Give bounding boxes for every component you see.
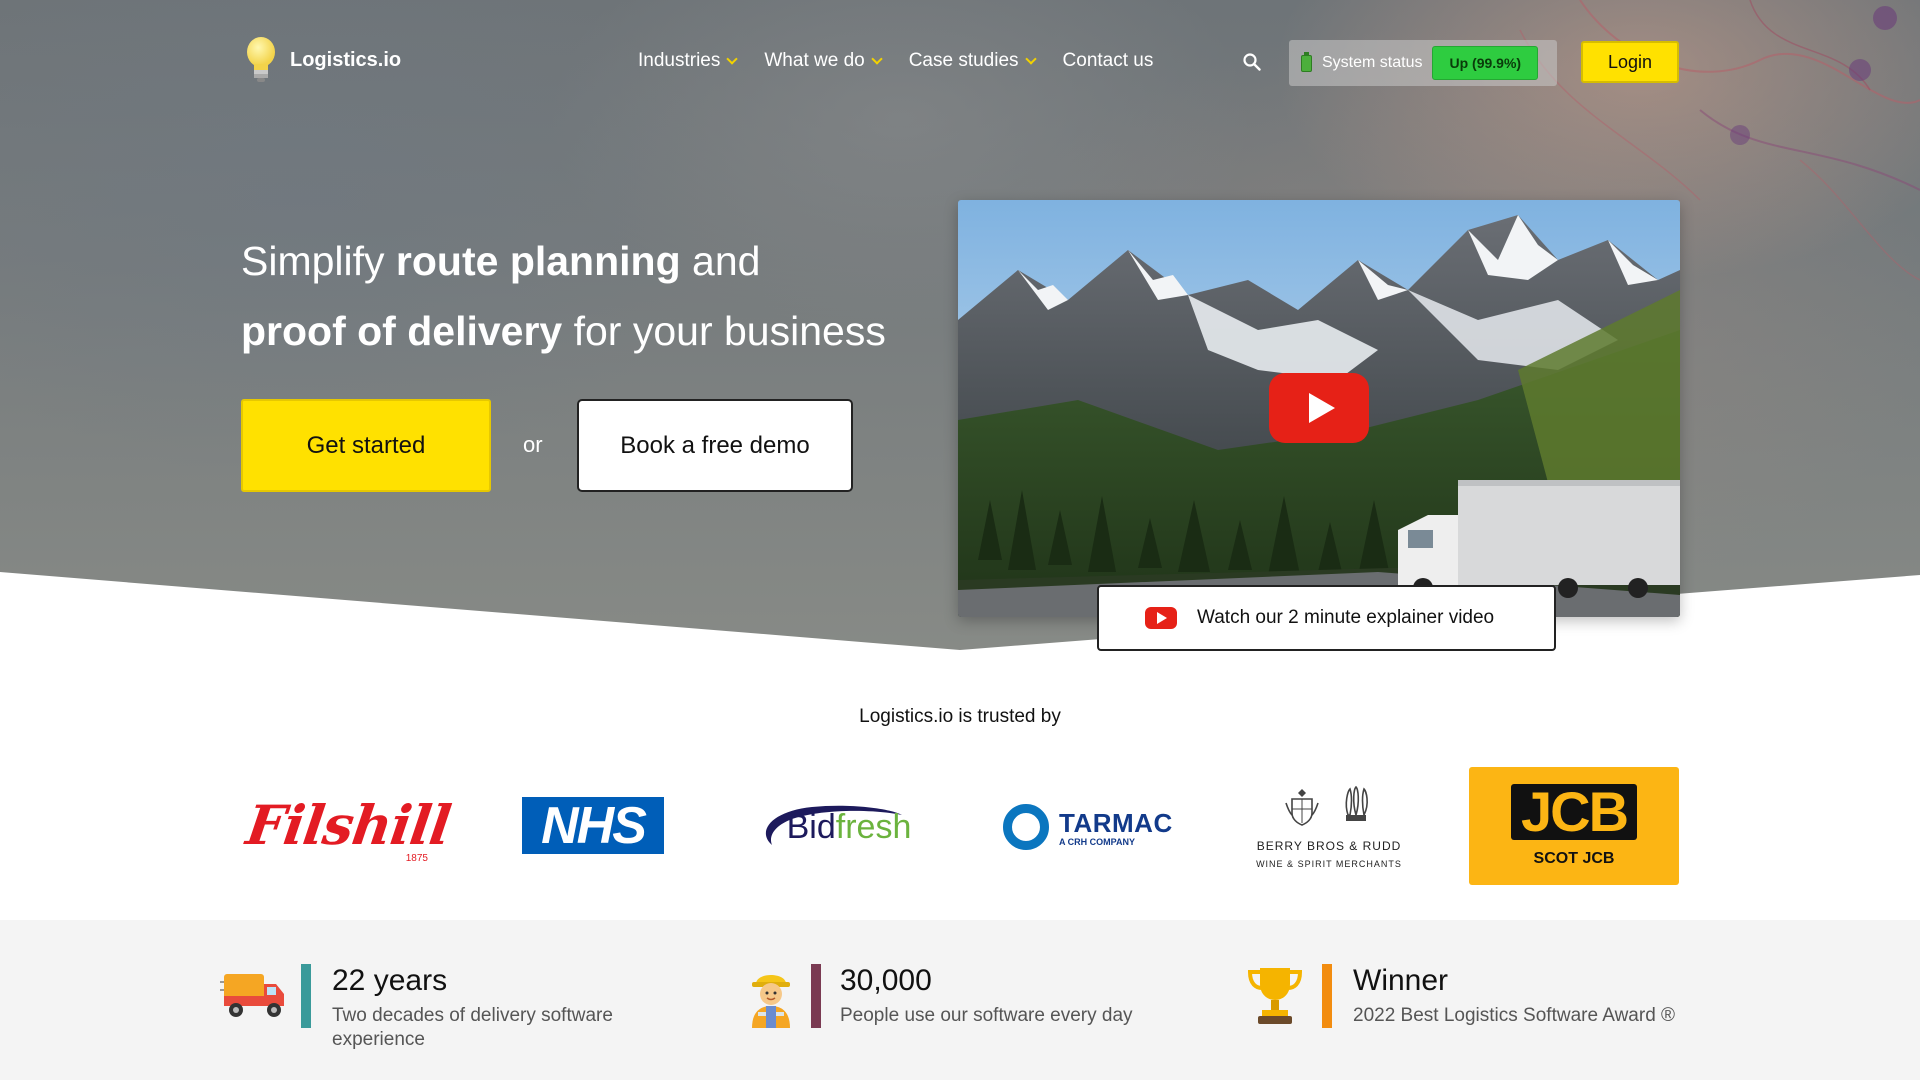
jcb-name: JCB xyxy=(1510,784,1638,840)
get-started-button[interactable]: Get started xyxy=(241,399,491,492)
stat-description: Two decades of delivery software experien… xyxy=(332,1004,652,1052)
royal-crests xyxy=(1282,785,1376,829)
prince-feathers-icon xyxy=(1345,785,1368,821)
headline-bold-1: route planning xyxy=(395,238,681,284)
search-icon[interactable] xyxy=(1243,53,1261,71)
tarmac-logo: TARMAC A CRH COMPANY xyxy=(1003,802,1172,852)
headline-text-3: for your business xyxy=(562,308,886,354)
filshill-logo: Filshill 1875 xyxy=(242,790,454,864)
filshill-year: 1875 xyxy=(405,853,428,864)
nav-what-we-do[interactable]: What we do xyxy=(764,50,883,72)
chevron-down-icon xyxy=(871,52,883,65)
nav-what-we-do-label: What we do xyxy=(764,50,865,71)
tarmac-ring-icon xyxy=(1003,804,1049,850)
delivery-truck-icon xyxy=(220,974,284,1017)
headline-text-2: and xyxy=(680,238,761,284)
stat-accent-bar xyxy=(1322,964,1332,1028)
stat-description-line: Two decades of delivery software xyxy=(332,1005,613,1026)
berry-bros-logo: BERRY BROS & RUDD WINE & SPIRIT MERCHANT… xyxy=(1255,771,1403,883)
trophy-icon xyxy=(1247,968,1303,1024)
lightbulb-icon xyxy=(247,37,275,82)
headline-bold-2: proof of delivery xyxy=(241,308,563,354)
tarmac-words: TARMAC A CRH COMPANY xyxy=(1059,808,1173,847)
stat-title: 30,000 xyxy=(840,964,932,997)
filshill-name: Filshill xyxy=(242,793,454,857)
bidfresh-name-1: Bid xyxy=(786,807,836,846)
nav-contact-us[interactable]: Contact us xyxy=(1063,50,1154,72)
site-logo[interactable]: Logistics.io xyxy=(244,36,401,84)
stat-accent-bar xyxy=(301,964,311,1028)
stat-title: 22 years xyxy=(332,964,448,997)
stats-section: 22 years Two decades of delivery softwar… xyxy=(0,920,1920,1080)
login-button[interactable]: Login xyxy=(1581,41,1679,83)
bidfresh-logo: Bidfresh xyxy=(752,797,924,857)
chevron-down-icon xyxy=(726,52,739,65)
stat-accent-bar xyxy=(811,964,821,1028)
nhs-name: NHS xyxy=(541,796,647,855)
watch-video-label: Watch our 2 minute explainer video xyxy=(1197,607,1495,628)
nav-case-studies[interactable]: Case studies xyxy=(908,50,1037,72)
youtube-icon xyxy=(1145,607,1177,629)
nav-contact-us-label: Contact us xyxy=(1062,50,1154,71)
tarmac-name: TARMAC xyxy=(1059,807,1173,838)
royal-crest-icon xyxy=(1285,789,1319,826)
bidfresh-name: Bidfresh xyxy=(787,808,912,847)
jcb-logo: JCB SCOT JCB xyxy=(1469,767,1679,885)
jcb-sub: SCOT JCB xyxy=(1533,850,1615,867)
stat-description: 2022 Best Logistics Software Award ® xyxy=(1353,1005,1676,1026)
nhs-logo: NHS xyxy=(522,796,664,855)
system-status-label: System status xyxy=(1322,54,1423,71)
book-demo-button[interactable]: Book a free demo xyxy=(577,399,853,492)
status-badge: Up (99.9%) xyxy=(1432,46,1539,80)
brand-name: Logistics.io xyxy=(290,48,402,71)
trusted-by-title: Logistics.io is trusted by xyxy=(859,706,1061,727)
nav-industries-label: Industries xyxy=(638,50,721,71)
video-play-icon[interactable] xyxy=(1269,373,1369,443)
headline-text-1: Simplify xyxy=(241,238,396,284)
client-logos: Filshill 1875 NHS Bidfresh TARMAC A CRH … xyxy=(0,765,1920,885)
cta-separator: or xyxy=(523,432,543,457)
system-status[interactable]: System status Up (99.9%) xyxy=(1289,40,1557,86)
main-nav: Industries What we do Case studies Conta… xyxy=(638,50,1181,72)
stat-description-line: experience xyxy=(332,1029,425,1050)
worker-icon xyxy=(752,975,790,1028)
tarmac-sub: A CRH COMPANY xyxy=(1059,836,1135,847)
watch-video-button[interactable]: Watch our 2 minute explainer video xyxy=(1097,585,1556,651)
bidfresh-name-2: fresh xyxy=(835,807,912,846)
chevron-down-icon xyxy=(1024,52,1037,65)
nav-case-studies-label: Case studies xyxy=(908,50,1019,71)
berry-bros-name: BERRY BROS & RUDD xyxy=(1256,839,1402,853)
stat-description: People use our software every day xyxy=(840,1005,1133,1026)
hero-headline: Simplify route planning and proof of del… xyxy=(241,226,886,366)
berry-bros-sub: WINE & SPIRIT MERCHANTS xyxy=(1256,859,1402,869)
stat-title: Winner xyxy=(1353,964,1449,997)
battery-icon xyxy=(1301,51,1312,72)
nav-industries[interactable]: Industries xyxy=(638,50,739,72)
